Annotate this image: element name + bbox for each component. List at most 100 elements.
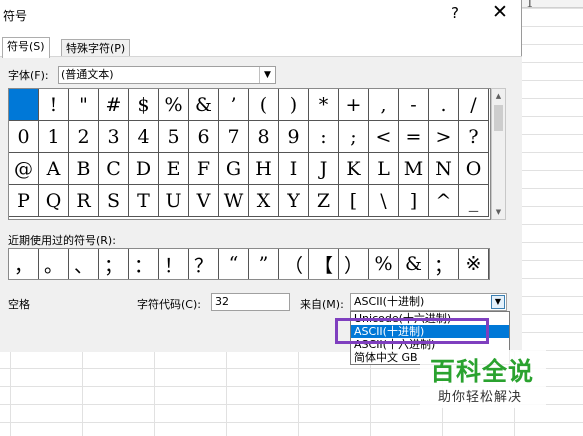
recent-symbol-cell[interactable]: 【 xyxy=(309,249,339,279)
from-select-value: ASCII(十进制) xyxy=(354,295,425,308)
symbol-cell[interactable]: 5 xyxy=(159,121,189,153)
symbol-cell[interactable]: F xyxy=(189,153,219,185)
scroll-up-icon[interactable]: ▲ xyxy=(492,89,505,103)
symbol-cell[interactable]: 1 xyxy=(39,121,69,153)
recent-symbol-cell[interactable]: ， xyxy=(9,249,39,279)
symbol-cell[interactable]: \ xyxy=(369,185,399,217)
recent-symbol-cell[interactable]: & xyxy=(399,249,429,279)
recent-symbol-cell[interactable]: ？ xyxy=(189,249,219,279)
symbol-cell[interactable]: I xyxy=(279,153,309,185)
help-button[interactable]: ? xyxy=(447,4,463,22)
recent-symbol-cell[interactable]: 。 xyxy=(39,249,69,279)
symbol-cell[interactable]: W xyxy=(219,185,249,217)
recent-symbol-cell[interactable]: ※ xyxy=(459,249,489,279)
symbol-cell[interactable]: + xyxy=(339,89,369,121)
symbol-cell-selected[interactable] xyxy=(9,89,39,121)
recent-symbol-cell[interactable]: ！ xyxy=(159,249,189,279)
symbol-cell[interactable]: $ xyxy=(129,89,159,121)
symbol-cell[interactable]: : xyxy=(309,121,339,153)
recent-symbol-cell[interactable]: （ xyxy=(279,249,309,279)
recent-symbol-cell[interactable]: ” xyxy=(249,249,279,279)
symbol-cell[interactable]: % xyxy=(159,89,189,121)
symbol-cell[interactable]: D xyxy=(129,153,159,185)
watermark-title: 百科全说 xyxy=(430,357,535,386)
symbol-cell[interactable]: N xyxy=(429,153,459,185)
symbol-grid-scrollbar[interactable]: ▲ ▼ xyxy=(491,88,506,220)
symbol-cell[interactable]: > xyxy=(429,121,459,153)
character-code-label: 字符代码(C): xyxy=(137,298,201,311)
close-button[interactable]: ✕ xyxy=(488,1,512,23)
symbol-cell[interactable]: T xyxy=(129,185,159,217)
scrollbar-thumb[interactable] xyxy=(494,105,503,131)
symbol-cell[interactable]: 7 xyxy=(219,121,249,153)
symbol-cell[interactable]: A xyxy=(39,153,69,185)
symbol-cell[interactable]: ’ xyxy=(219,89,249,121)
font-select[interactable]: (普通文本) ▼ xyxy=(58,66,276,84)
symbol-cell[interactable]: ] xyxy=(399,185,429,217)
symbol-cell[interactable]: H xyxy=(249,153,279,185)
tab-symbols[interactable]: 符号(S) xyxy=(2,37,50,58)
symbol-cell[interactable]: [ xyxy=(339,185,369,217)
symbol-cell[interactable]: C xyxy=(99,153,129,185)
recent-symbol-cell[interactable]: “ xyxy=(219,249,249,279)
symbol-cell[interactable]: X xyxy=(249,185,279,217)
symbol-cell[interactable]: U xyxy=(159,185,189,217)
recent-symbol-cell[interactable]: ） xyxy=(339,249,369,279)
symbol-cell[interactable]: ( xyxy=(249,89,279,121)
symbol-cell[interactable]: O xyxy=(459,153,489,185)
symbol-cell[interactable]: Z xyxy=(309,185,339,217)
from-select[interactable]: ASCII(十进制) ▼ xyxy=(350,293,507,311)
symbol-cell[interactable]: = xyxy=(399,121,429,153)
symbol-cell[interactable]: R xyxy=(69,185,99,217)
recent-symbol-cell[interactable]: ： xyxy=(129,249,159,279)
highlight-annotation-box xyxy=(335,318,489,344)
symbol-cell[interactable]: B xyxy=(69,153,99,185)
recent-symbol-cell[interactable]: % xyxy=(369,249,399,279)
symbol-cell[interactable]: Y xyxy=(279,185,309,217)
symbol-cell[interactable]: 3 xyxy=(99,121,129,153)
watermark-subtitle: 助你轻松解决 xyxy=(438,390,523,405)
watermark: 百科全说 助你轻松解决 xyxy=(420,350,546,408)
symbol-cell[interactable]: Q xyxy=(39,185,69,217)
chevron-down-icon[interactable]: ▼ xyxy=(491,295,505,309)
symbol-cell[interactable]: G xyxy=(219,153,249,185)
symbol-cell[interactable]: P xyxy=(9,185,39,217)
symbol-cell[interactable]: J xyxy=(309,153,339,185)
symbol-cell[interactable]: < xyxy=(369,121,399,153)
symbol-cell[interactable]: 6 xyxy=(189,121,219,153)
font-select-value: (普通文本) xyxy=(61,68,114,81)
symbol-cell[interactable]: ^ xyxy=(429,185,459,217)
recent-symbol-cell[interactable]: ； xyxy=(99,249,129,279)
symbol-cell[interactable]: M xyxy=(399,153,429,185)
symbol-cell[interactable]: @ xyxy=(9,153,39,185)
character-code-input[interactable]: 32 xyxy=(211,293,290,311)
symbol-cell[interactable]: , xyxy=(369,89,399,121)
symbol-cell[interactable]: S xyxy=(99,185,129,217)
symbol-cell[interactable]: & xyxy=(189,89,219,121)
scroll-down-icon[interactable]: ▼ xyxy=(492,205,505,219)
symbol-cell[interactable]: ; xyxy=(339,121,369,153)
symbol-cell[interactable]: ! xyxy=(39,89,69,121)
symbol-cell[interactable]: 4 xyxy=(129,121,159,153)
symbol-cell[interactable]: _ xyxy=(459,185,489,217)
symbol-cell[interactable]: . xyxy=(429,89,459,121)
symbol-cell[interactable]: ? xyxy=(459,121,489,153)
symbol-cell[interactable]: 9 xyxy=(279,121,309,153)
symbol-cell[interactable]: 2 xyxy=(69,121,99,153)
symbol-cell[interactable]: L xyxy=(369,153,399,185)
symbol-cell[interactable]: 8 xyxy=(249,121,279,153)
symbol-cell[interactable]: # xyxy=(99,89,129,121)
symbol-cell[interactable]: V xyxy=(189,185,219,217)
symbol-cell[interactable]: - xyxy=(399,89,429,121)
symbol-cell[interactable]: K xyxy=(339,153,369,185)
symbol-cell[interactable]: E xyxy=(159,153,189,185)
symbol-cell[interactable]: * xyxy=(309,89,339,121)
symbol-cell[interactable]: 0 xyxy=(9,121,39,153)
dialog-title: 符号 xyxy=(3,9,28,23)
symbol-cell[interactable]: / xyxy=(459,89,489,121)
chevron-down-icon[interactable]: ▼ xyxy=(259,67,275,83)
symbol-cell[interactable]: ) xyxy=(279,89,309,121)
recent-symbol-cell[interactable]: 、 xyxy=(69,249,99,279)
recent-symbol-cell[interactable]: ； xyxy=(429,249,459,279)
symbol-cell[interactable]: " xyxy=(69,89,99,121)
